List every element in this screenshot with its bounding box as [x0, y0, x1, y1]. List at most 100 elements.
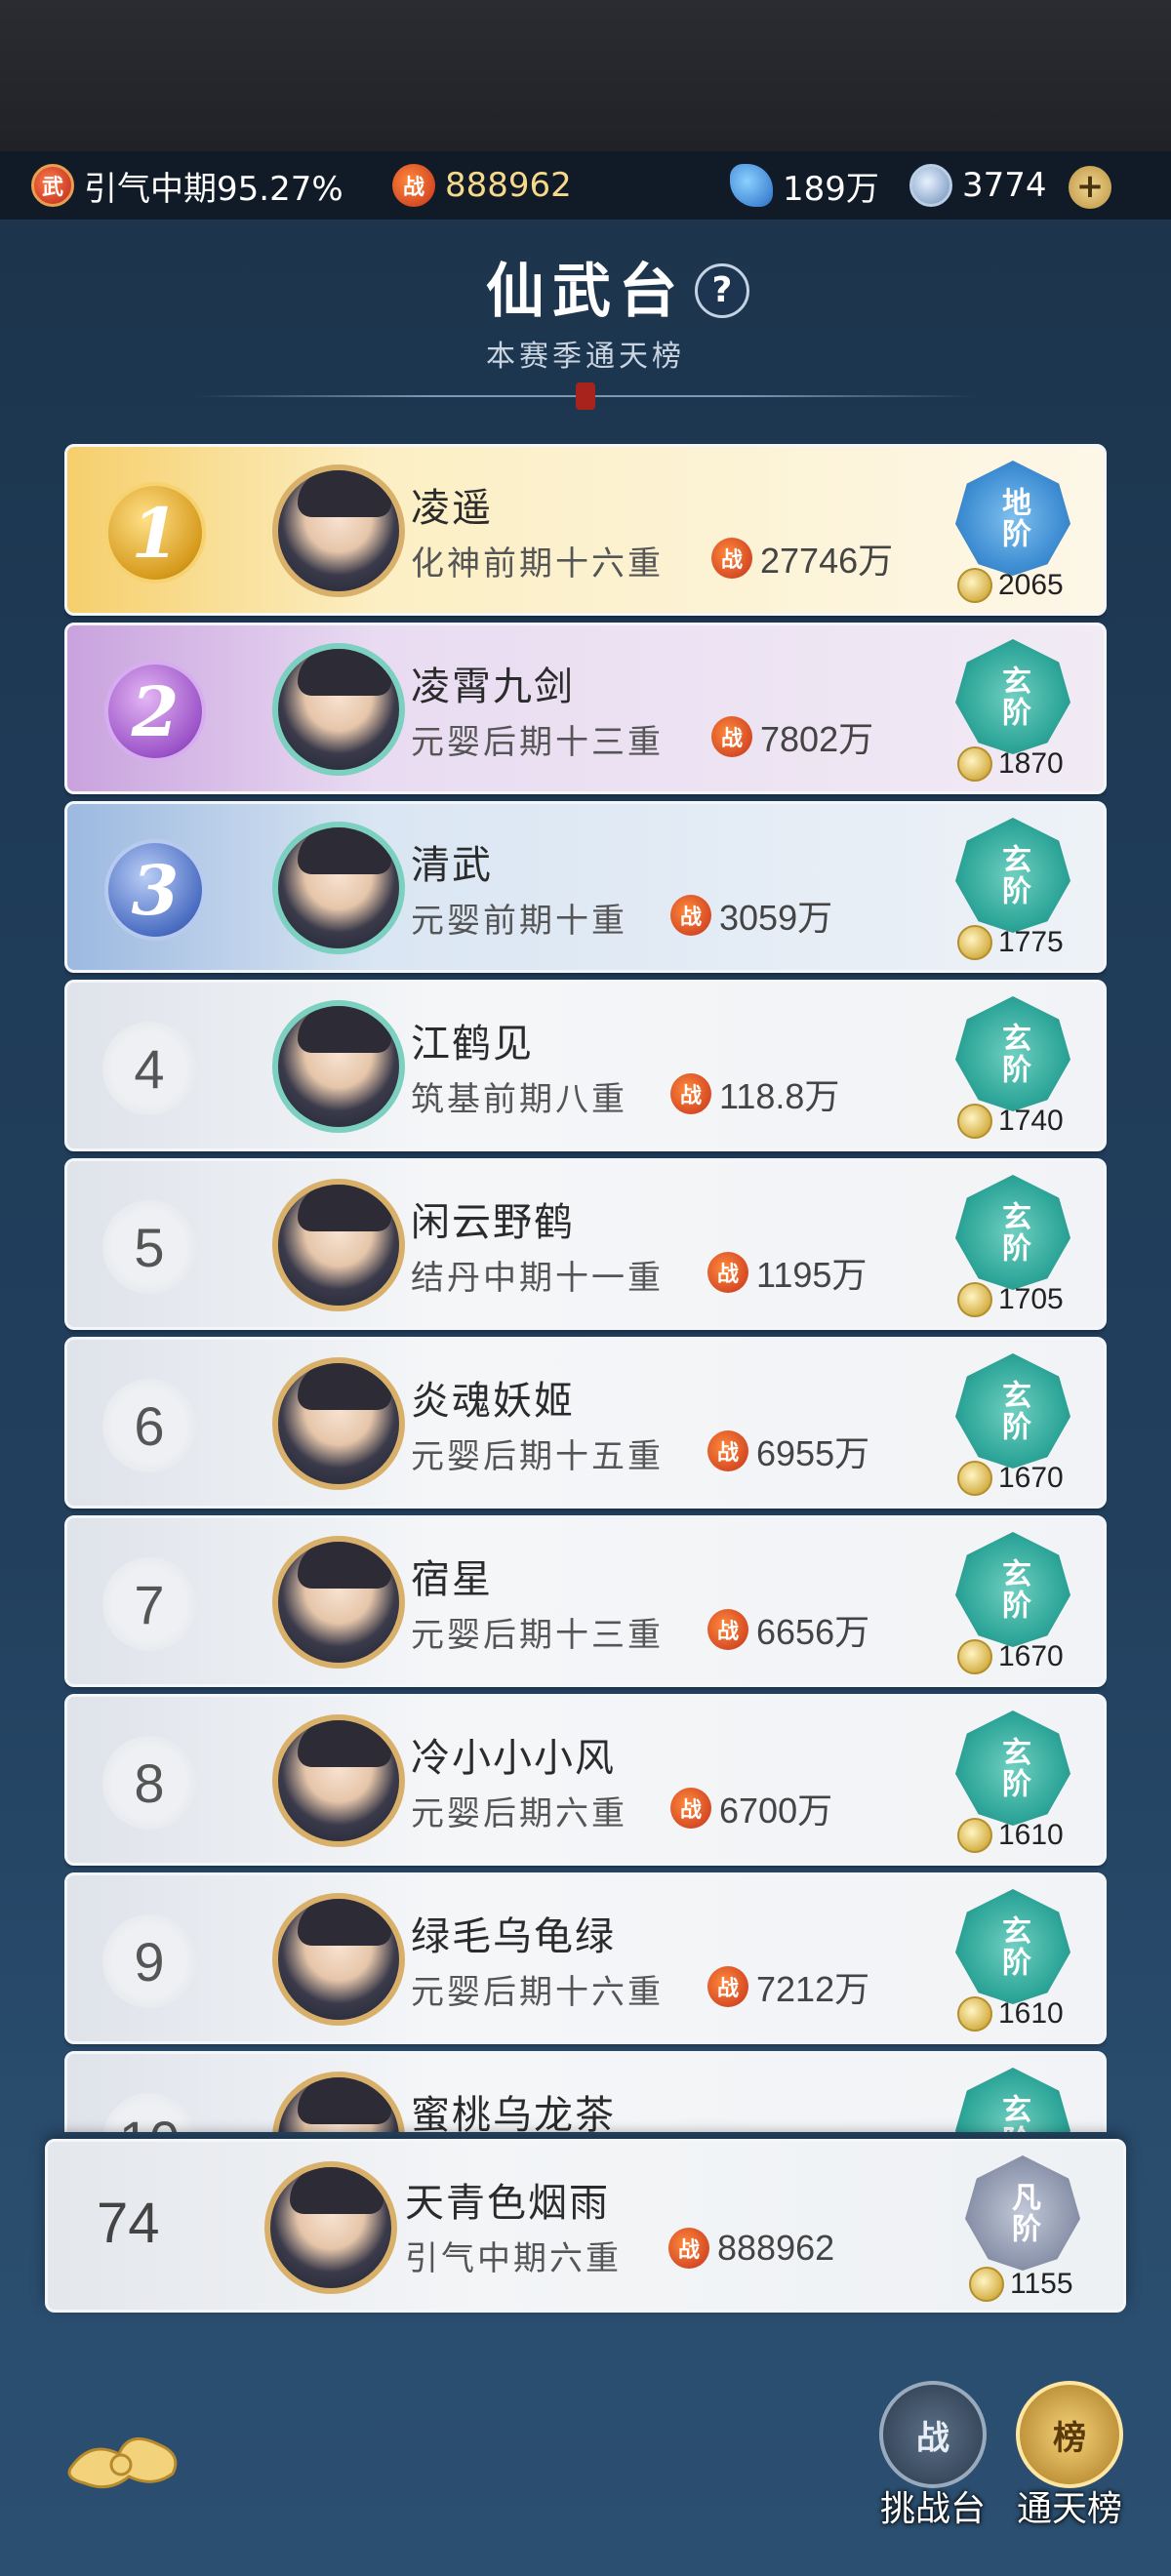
blue-medal-icon: 3 [104, 839, 206, 941]
player-realm: 元婴后期十三重 [411, 1616, 664, 1655]
player-realm: 筑基前期八重 [411, 1080, 627, 1119]
ranking-row[interactable]: 1 凌遥 化神前期十六重 战 27746万 地阶 2065 [64, 444, 1107, 616]
ranking-row[interactable]: 7 宿星 元婴后期十三重 战 6656万 玄阶 1670 [64, 1515, 1107, 1687]
fight-icon: 战 [879, 2381, 987, 2488]
player-realm: 化神前期十六重 [411, 544, 664, 584]
combat-power-icon: 战 [707, 1609, 748, 1650]
coin-icon [957, 1818, 992, 1853]
crystal-value: 189万 [783, 169, 879, 209]
my-realm: 引气中期六重 [405, 2239, 622, 2278]
player-realm: 元婴前期十重 [411, 902, 627, 941]
ranking-board-button[interactable]: 榜 通天榜 [1001, 2381, 1138, 2529]
realm-progress-text: 引气中期95.27% [84, 169, 343, 209]
player-name: 闲云野鹤 [411, 1200, 575, 1245]
help-button[interactable]: ? [695, 263, 749, 318]
my-rank-row[interactable]: 74 天青色烟雨 引气中期六重 战 888962 凡阶 1155 [45, 2139, 1126, 2313]
tier-badge-icon: 玄阶 [955, 1889, 1070, 2004]
player-power: 战 3059万 [670, 890, 832, 941]
player-power-value: 6700万 [719, 1791, 833, 1831]
rank-number: 9 [102, 1914, 196, 2008]
avatar[interactable] [272, 643, 405, 776]
back-cloud-icon[interactable] [61, 2420, 187, 2498]
player-score-value: 1740 [998, 1105, 1064, 1137]
realm-progress[interactable]: 武 引气中期95.27% [31, 151, 343, 220]
avatar[interactable] [272, 1714, 405, 1847]
player-power: 战 6700万 [670, 1783, 832, 1833]
tier-badge-icon: 玄阶 [955, 1711, 1070, 1826]
ranking-row[interactable]: 2 凌霄九剑 元婴后期十三重 战 7802万 玄阶 1870 [64, 623, 1107, 794]
crystal-resource[interactable]: 189万 [730, 151, 879, 220]
my-power: 战 888962 [668, 2228, 834, 2269]
combat-power-icon: 战 [670, 1788, 711, 1829]
player-score: 1775 [957, 925, 1064, 960]
ranking-row[interactable]: 9 绿毛乌龟绿 元婴后期十六重 战 7212万 玄阶 1610 [64, 1872, 1107, 2044]
page-header: 仙武台 [0, 244, 1171, 329]
page-title: 仙武台 [486, 258, 685, 326]
combat-power-icon: 战 [711, 716, 752, 757]
purple-medal-icon: 2 [104, 661, 206, 762]
ranking-list[interactable]: 1 凌遥 化神前期十六重 战 27746万 地阶 2065 2 凌霄九剑 元婴后… [64, 444, 1107, 2132]
player-score: 1610 [957, 1818, 1064, 1853]
tier-badge-icon: 玄阶 [955, 818, 1070, 933]
coin-icon [957, 568, 992, 603]
coin-icon [957, 1104, 992, 1139]
ranking-row[interactable]: 3 清武 元婴前期十重 战 3059万 玄阶 1775 [64, 801, 1107, 973]
player-name: 宿星 [411, 1557, 493, 1602]
player-power: 战 118.8万 [670, 1068, 839, 1119]
challenge-arena-label: 挑战台 [879, 2489, 986, 2529]
coin-icon [957, 1282, 992, 1317]
player-power-value: 27746万 [760, 541, 894, 581]
player-score: 2065 [957, 568, 1064, 603]
status-strip [0, 0, 1171, 151]
rank-number: 8 [102, 1736, 196, 1830]
coin-icon [957, 1996, 992, 2032]
rank-number: 5 [102, 1200, 196, 1294]
player-realm: 元婴后期十五重 [411, 1437, 664, 1476]
challenge-arena-button[interactable]: 战 挑战台 [865, 2381, 1001, 2529]
player-power-value: 3059万 [719, 898, 833, 938]
ranking-row[interactable]: 6 炎魂妖姬 元婴后期十五重 战 6955万 玄阶 1670 [64, 1337, 1107, 1509]
player-score-value: 1705 [998, 1283, 1064, 1315]
avatar[interactable] [264, 2161, 397, 2294]
rank-number: 4 [102, 1022, 196, 1115]
coin-icon [957, 746, 992, 782]
avatar[interactable] [272, 464, 405, 597]
avatar[interactable] [272, 1893, 405, 2026]
avatar[interactable] [272, 1357, 405, 1490]
seal-ornament [576, 382, 595, 410]
player-power-value: 7802万 [760, 719, 874, 759]
avatar[interactable] [272, 1536, 405, 1669]
player-realm: 结丹中期十一重 [411, 1259, 664, 1298]
player-score: 1670 [957, 1639, 1064, 1674]
spirit-icon [909, 164, 952, 207]
spirit-resource[interactable]: 3774 [909, 151, 1047, 220]
ranking-row[interactable]: 4 江鹤见 筑基前期八重 战 118.8万 玄阶 1740 [64, 980, 1107, 1151]
player-name: 蜜桃乌龙茶 [411, 2093, 616, 2132]
player-score: 1610 [957, 1996, 1064, 2032]
my-name: 天青色烟雨 [405, 2181, 610, 2226]
page-subtitle: 本赛季通天榜 [486, 340, 685, 374]
avatar[interactable] [272, 1000, 405, 1133]
ranking-row[interactable]: 10 蜜桃乌龙茶 玄阶 [64, 2051, 1107, 2132]
player-score-value: 1670 [998, 1640, 1064, 1672]
player-name: 江鹤见 [411, 1022, 534, 1067]
player-score-value: 2065 [998, 569, 1064, 601]
player-power-value: 6955万 [756, 1433, 870, 1473]
player-score: 1870 [957, 746, 1064, 782]
tier-badge-icon: 凡阶 [965, 2155, 1080, 2271]
avatar[interactable] [272, 2072, 405, 2132]
player-realm: 元婴后期六重 [411, 1794, 627, 1833]
ranking-row[interactable]: 8 冷小小小风 元婴后期六重 战 6700万 玄阶 1610 [64, 1694, 1107, 1866]
avatar[interactable] [272, 1179, 405, 1311]
ranking-row[interactable]: 5 闲云野鹤 结丹中期十一重 战 1195万 玄阶 1705 [64, 1158, 1107, 1330]
player-score: 1670 [957, 1461, 1064, 1496]
combat-power-icon: 战 [707, 1430, 748, 1471]
player-power: 战 6656万 [707, 1604, 869, 1655]
tier-badge-icon: 地阶 [955, 461, 1070, 576]
add-resource-button[interactable]: + [1069, 166, 1111, 209]
avatar[interactable] [272, 822, 405, 954]
player-realm: 元婴后期十三重 [411, 723, 664, 762]
player-power-value: 6656万 [756, 1612, 870, 1652]
player-name: 清武 [411, 843, 493, 888]
rank-number: 7 [102, 1557, 196, 1651]
